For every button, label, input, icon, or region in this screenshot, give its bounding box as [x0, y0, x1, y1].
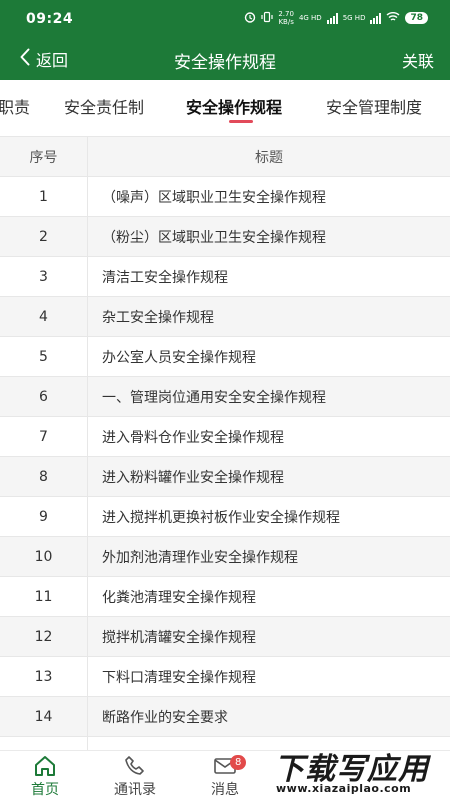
row-title: 进入骨料仓作业安全操作规程 [102, 429, 284, 446]
nav-messages-label: 消息 [211, 782, 239, 798]
row-number: 13 [0, 657, 88, 696]
tab-bar: 职责 安全责任制 安全操作规程 安全管理制度 [0, 80, 450, 126]
watermark-url: www.xiazaiplao.com [276, 782, 412, 795]
row-title: 进入搅拌机更换衬板作业安全操作规程 [102, 509, 340, 526]
tab-duties[interactable]: 职责 [0, 94, 30, 118]
wifi-icon [386, 11, 400, 25]
row-number: 14 [0, 697, 88, 736]
table-row[interactable]: 2 （粉尘）区域职业卫生安全操作规程 [0, 217, 450, 257]
row-title: 搅拌机清罐安全操作规程 [102, 629, 256, 646]
row-number: 9 [0, 497, 88, 536]
network-speed: 2.70 KB/s [278, 10, 294, 26]
row-title: 办公室人员安全操作规程 [102, 349, 256, 366]
table-header: 序号 标题 [0, 137, 450, 177]
home-icon [10, 755, 80, 777]
page-title: 安全操作规程 [174, 53, 276, 73]
row-number: 10 [0, 537, 88, 576]
table-row[interactable]: 8 进入粉料罐作业安全操作规程 [0, 457, 450, 497]
tab-safety-responsibility[interactable]: 安全责任制 [64, 94, 144, 118]
table-row[interactable]: 5 办公室人员安全操作规程 [0, 337, 450, 377]
row-title: 化粪池清理安全操作规程 [102, 589, 256, 606]
table-row[interactable]: 10 外加剂池清理作业安全操作规程 [0, 537, 450, 577]
status-bar: 09:24 2.70 KB/s 4G HD 5G HD 78 [0, 0, 450, 38]
table-row[interactable]: 7 进入骨料仓作业安全操作规程 [0, 417, 450, 457]
row-number: 5 [0, 337, 88, 376]
table-row[interactable]: 6 一、管理岗位通用安全安全操作规程 [0, 377, 450, 417]
nav-home-label: 首页 [31, 782, 59, 798]
row-number: 2 [0, 217, 88, 256]
active-tab-indicator [229, 120, 253, 123]
app-header: 返回 安全操作规程 关联 [0, 38, 450, 80]
row-title: 进入粉料罐作业安全操作规程 [102, 469, 284, 486]
row-number: 6 [0, 377, 88, 416]
table-row[interactable]: 9 进入搅拌机更换衬板作业安全操作规程 [0, 497, 450, 537]
row-title: 清洁工安全操作规程 [102, 269, 228, 286]
nav-home[interactable]: 首页 [10, 755, 80, 799]
row-number: 12 [0, 617, 88, 656]
alarm-icon [244, 11, 256, 26]
signal-label-2: 5G HD [342, 14, 366, 22]
tab-safety-procedures[interactable]: 安全操作规程 [186, 94, 282, 118]
table-row[interactable]: 14 断路作业的安全要求 [0, 697, 450, 737]
header-no: 序号 [0, 137, 88, 176]
watermark-logo: 下载写应用 www.xiazaiplao.com [268, 742, 450, 800]
row-title: 杂工安全操作规程 [102, 309, 214, 326]
status-time: 09:24 [26, 11, 74, 27]
nav-contacts[interactable]: 通讯录 [100, 755, 170, 799]
row-title: （噪声）区域职业卫生安全操作规程 [102, 189, 326, 206]
row-number: 7 [0, 417, 88, 456]
status-icons: 2.70 KB/s 4G HD 5G HD 78 [244, 10, 428, 26]
table-row[interactable]: 1 （噪声）区域职业卫生安全操作规程 [0, 177, 450, 217]
row-number: 4 [0, 297, 88, 336]
row-number: 3 [0, 257, 88, 296]
signal-icon [326, 12, 338, 24]
row-number: 11 [0, 577, 88, 616]
nav-contacts-label: 通讯录 [114, 782, 156, 798]
relate-button[interactable]: 关联 [402, 48, 434, 72]
procedures-table: 序号 标题 1 （噪声）区域职业卫生安全操作规程 2 （粉尘）区域职业卫生安全操作规… [0, 136, 450, 750]
table-row[interactable]: 4 杂工安全操作规程 [0, 297, 450, 337]
table-row[interactable]: 11 化粪池清理安全操作规程 [0, 577, 450, 617]
table-row[interactable]: 3 清洁工安全操作规程 [0, 257, 450, 297]
table-row[interactable]: 12 搅拌机清罐安全操作规程 [0, 617, 450, 657]
vibrate-icon [261, 11, 273, 26]
header-title: 标题 [255, 149, 283, 166]
row-number [0, 737, 88, 750]
phone-icon [100, 755, 170, 777]
row-title: 断路作业的安全要求 [102, 709, 228, 726]
row-number: 8 [0, 457, 88, 496]
row-title: 外加剂池清理作业安全操作规程 [102, 549, 298, 566]
signal-icon-2 [370, 12, 382, 24]
nav-messages[interactable]: 8 消息 [190, 755, 260, 799]
row-title: 一、管理岗位通用安全安全操作规程 [102, 389, 326, 406]
mail-icon [190, 755, 260, 777]
tab-safety-management[interactable]: 安全管理制度 [326, 94, 422, 118]
signal-label-1: 4G HD [298, 14, 322, 22]
row-title: （粉尘）区域职业卫生安全操作规程 [102, 229, 326, 246]
row-title: 下料口清理安全操作规程 [102, 669, 256, 686]
row-number: 1 [0, 177, 88, 216]
battery-indicator: 78 [405, 12, 428, 24]
table-row[interactable]: 13 下料口清理安全操作规程 [0, 657, 450, 697]
